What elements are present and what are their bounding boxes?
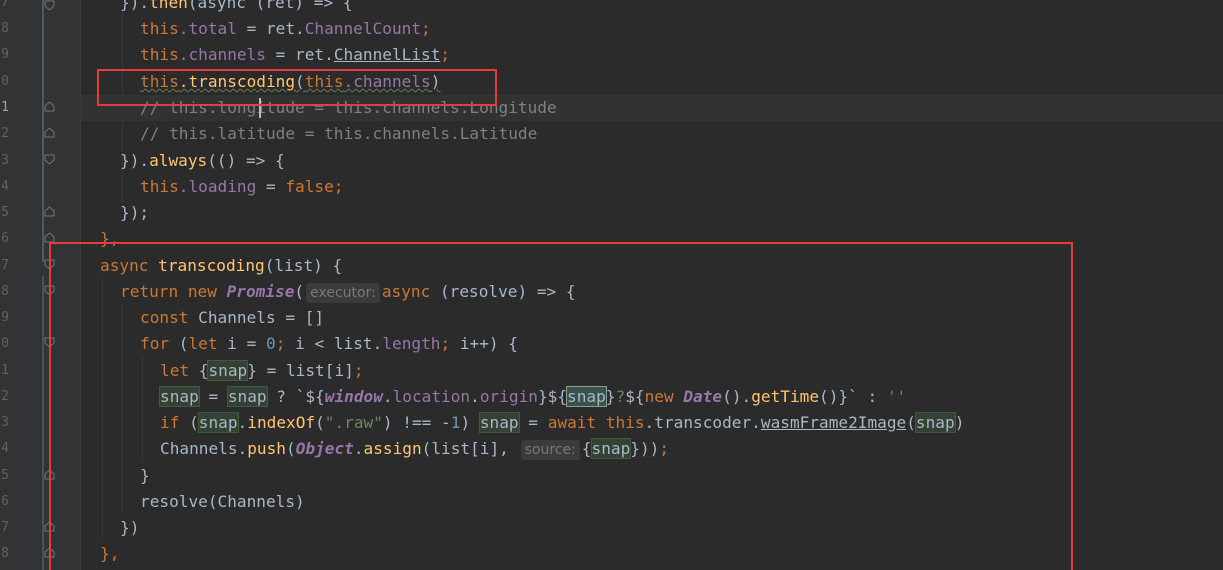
code-token: (async (ret) => { bbox=[187, 0, 353, 12]
line-number: 7 bbox=[1, 258, 9, 273]
code-token: ; bbox=[421, 19, 431, 38]
code-token: this bbox=[140, 45, 179, 64]
code-line[interactable]: }).always(() => { bbox=[120, 148, 285, 174]
code-token: ChannelCount bbox=[304, 19, 422, 38]
fold-marker-icon[interactable] bbox=[44, 154, 55, 165]
code-token: .channels bbox=[178, 45, 266, 64]
code-line[interactable]: this.loading = false; bbox=[140, 174, 344, 200]
fold-marker-icon[interactable] bbox=[44, 101, 55, 112]
code-line[interactable]: }); bbox=[120, 200, 149, 226]
line-number: 7 bbox=[1, 0, 9, 10]
code-token: .total bbox=[178, 19, 237, 38]
code-token: always bbox=[149, 151, 208, 170]
code-token: = ret. bbox=[236, 19, 305, 38]
line-number: 9 bbox=[1, 310, 9, 325]
fold-marker-icon[interactable] bbox=[44, 127, 55, 138]
line-number: 5 bbox=[1, 205, 9, 220]
line-number: 6 bbox=[1, 231, 9, 246]
line-number: 5 bbox=[1, 468, 9, 483]
fold-marker-icon[interactable] bbox=[44, 206, 55, 217]
line-number-current: 1 bbox=[1, 100, 9, 115]
code-line[interactable]: }).then(async (ret) => { bbox=[120, 0, 353, 16]
annotation-box-call bbox=[97, 69, 497, 106]
line-number: 3 bbox=[1, 153, 9, 168]
fold-marker-icon[interactable] bbox=[44, 0, 55, 11]
code-token: then bbox=[149, 0, 188, 12]
line-number: 6 bbox=[1, 494, 9, 509]
line-number: 8 bbox=[1, 21, 9, 36]
line-number: 8 bbox=[1, 546, 9, 561]
line-number: 4 bbox=[1, 441, 9, 456]
line-number: 4 bbox=[1, 179, 9, 194]
code-token: }); bbox=[120, 203, 150, 222]
line-number: 2 bbox=[1, 389, 9, 404]
code-token: }). bbox=[120, 0, 150, 12]
code-token: = bbox=[256, 177, 286, 196]
line-number: 0 bbox=[1, 336, 9, 351]
code-token: this bbox=[140, 177, 179, 196]
line-number: 1 bbox=[1, 363, 9, 378]
code-token: ; bbox=[440, 45, 451, 64]
line-number: 0 bbox=[1, 74, 9, 89]
code-line[interactable]: this.total = ret.ChannelCount; bbox=[140, 16, 431, 42]
line-number: 3 bbox=[1, 415, 9, 430]
code-token: .loading bbox=[178, 177, 257, 196]
code-line-comment[interactable]: // this.latitude = this.channels.Latitud… bbox=[140, 121, 537, 147]
code-token: (() => { bbox=[207, 151, 285, 170]
line-number: 7 bbox=[1, 520, 9, 535]
code-token: }). bbox=[120, 151, 150, 170]
annotation-box-method bbox=[49, 242, 1073, 570]
code-token: ChannelList bbox=[333, 45, 441, 64]
line-number: 8 bbox=[1, 284, 9, 299]
code-token: false; bbox=[285, 177, 344, 196]
code-token: this bbox=[140, 19, 179, 38]
indent-guide bbox=[122, 12, 123, 204]
code-line[interactable]: this.channels = ret.ChannelList; bbox=[140, 42, 450, 68]
code-token: = ret. bbox=[265, 45, 334, 64]
line-number: 9 bbox=[1, 47, 9, 62]
code-token: // this.latitude = this.channels.Latitud… bbox=[140, 124, 538, 143]
line-number: 2 bbox=[1, 126, 9, 141]
